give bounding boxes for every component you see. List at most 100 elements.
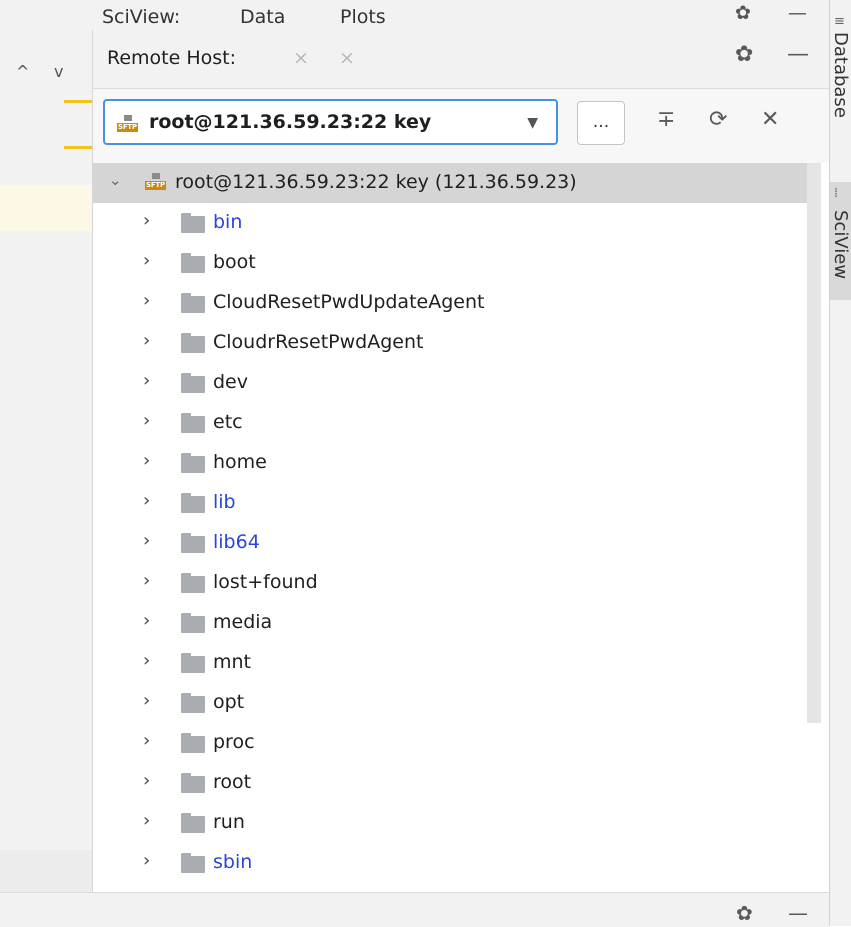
chevron-right-icon[interactable]: › <box>143 770 150 791</box>
tree-node-label: bin <box>213 211 243 233</box>
database-tool-tab[interactable]: ≡ Database <box>830 12 851 152</box>
tree-node-label: etc <box>213 411 243 433</box>
chevron-right-icon[interactable]: › <box>143 610 150 631</box>
tree-root-row[interactable]: ⌄ SFTP root@121.36.59.23:22 key (121.36.… <box>93 163 809 203</box>
tab-close-icon[interactable]: × <box>339 47 355 69</box>
folder-icon <box>181 493 205 513</box>
folder-icon <box>181 453 205 473</box>
folder-icon <box>181 853 205 873</box>
chevron-right-icon[interactable]: › <box>143 850 150 871</box>
host-select-dropdown[interactable]: SFTP root@121.36.59.23:22 key ▼ <box>103 99 558 145</box>
chevron-right-icon[interactable]: › <box>143 250 150 271</box>
tree-node[interactable]: › opt <box>93 683 809 723</box>
sftp-icon: SFTP <box>117 115 141 133</box>
chevron-right-icon[interactable]: › <box>143 410 150 431</box>
browse-hosts-button[interactable]: ... <box>577 101 625 145</box>
refresh-icon[interactable]: ⟳ <box>709 107 727 132</box>
tree-node-label: lib64 <box>213 531 260 553</box>
tree-node-label: CloudrResetPwdAgent <box>213 331 424 353</box>
sciview-minimize-icon[interactable]: — <box>788 2 807 24</box>
sciview-tab-plots[interactable]: Plots <box>340 6 386 28</box>
folder-icon <box>181 373 205 393</box>
sciview-tab-data[interactable]: Data <box>240 6 285 28</box>
remote-host-panel: Remote Host: × × ✿ — SFTP root@121.36.59… <box>92 30 830 892</box>
chevron-right-icon[interactable]: › <box>143 730 150 751</box>
bottom-tool-bar: ✿ — <box>0 892 829 927</box>
tree-node[interactable]: › proc <box>93 723 809 763</box>
tree-node-label: boot <box>213 251 256 273</box>
close-icon[interactable]: ✕ <box>761 107 779 132</box>
tree-node[interactable]: › media <box>93 603 809 643</box>
sftp-icon: SFTP <box>145 173 169 191</box>
folder-icon <box>181 333 205 353</box>
tree-node-label: CloudResetPwdUpdateAgent <box>213 291 485 313</box>
chevron-right-icon[interactable]: › <box>143 450 150 471</box>
database-tab-label: Database <box>830 32 851 118</box>
panel-header: Remote Host: × × ✿ — <box>93 30 830 89</box>
tree-node[interactable]: › lib64 <box>93 523 809 563</box>
chevron-right-icon[interactable]: › <box>143 210 150 231</box>
tree-node-label: root <box>213 771 252 793</box>
tree-node-label: run <box>213 811 245 833</box>
selected-host-value: root@121.36.59.23:22 key <box>149 111 432 133</box>
panel-title: Remote Host: <box>107 47 237 69</box>
folder-icon <box>181 813 205 833</box>
tree-node-label: home <box>213 451 267 473</box>
bottom-minimize-icon[interactable]: — <box>788 901 808 925</box>
tree-node-label: proc <box>213 731 255 753</box>
folder-icon <box>181 413 205 433</box>
remote-host-toolbar: SFTP root@121.36.59.23:22 key ▼ ... ∓ ⟳ … <box>93 89 830 163</box>
tree-node-label: lib <box>213 491 236 513</box>
highlighted-editor-line <box>0 185 92 231</box>
next-occurrence-button[interactable]: v <box>54 62 63 81</box>
folder-icon <box>181 693 205 713</box>
chevron-right-icon[interactable]: › <box>143 690 150 711</box>
sciview-tab-label: SciView <box>830 210 851 280</box>
vertical-scrollbar[interactable] <box>807 163 821 723</box>
chevron-right-icon[interactable]: › <box>143 530 150 551</box>
tree-node[interactable]: › sbin <box>93 843 809 883</box>
folder-icon <box>181 773 205 793</box>
tree-node-label: lost+found <box>213 571 318 593</box>
change-marker <box>64 146 92 149</box>
collapse-all-icon[interactable]: ∓ <box>657 107 675 132</box>
tree-node[interactable]: › CloudResetPwdUpdateAgent <box>93 283 809 323</box>
tree-node[interactable]: › home <box>93 443 809 483</box>
editor-edge: ^ v <box>0 0 92 926</box>
chevron-right-icon[interactable]: › <box>143 290 150 311</box>
chevron-right-icon[interactable]: › <box>143 490 150 511</box>
settings-gear-icon[interactable]: ✿ <box>735 42 753 67</box>
chevron-right-icon[interactable]: › <box>143 650 150 671</box>
chevron-right-icon[interactable]: › <box>143 330 150 351</box>
chevron-right-icon[interactable]: › <box>143 570 150 591</box>
tree-node[interactable]: › mnt <box>93 643 809 683</box>
tree-node[interactable]: › bin <box>93 203 809 243</box>
tree-node-label: opt <box>213 691 245 713</box>
tree-node[interactable]: › root <box>93 763 809 803</box>
editor-status-band <box>0 850 92 892</box>
tree-node[interactable]: › run <box>93 803 809 843</box>
folder-icon <box>181 573 205 593</box>
tree-node[interactable]: › etc <box>93 403 809 443</box>
sciview-icon: ⁞ <box>834 186 839 201</box>
chevron-down-icon[interactable]: ⌄ <box>109 171 122 189</box>
tree-node[interactable]: › dev <box>93 363 809 403</box>
sciview-gear-icon[interactable]: ✿ <box>735 2 751 24</box>
tree-node[interactable]: › boot <box>93 243 809 283</box>
right-tool-strip: ≡ Database ⁞ SciView <box>829 0 851 926</box>
folder-icon <box>181 253 205 273</box>
folder-icon <box>181 213 205 233</box>
chevron-right-icon[interactable]: › <box>143 810 150 831</box>
chevron-down-icon[interactable]: ▼ <box>527 115 538 131</box>
bottom-gear-icon[interactable]: ✿ <box>736 901 753 925</box>
tab-close-icon[interactable]: × <box>293 47 309 69</box>
sciview-tool-tab[interactable]: ⁞ SciView <box>830 182 851 300</box>
minimize-icon[interactable]: — <box>787 42 809 67</box>
previous-occurrence-button[interactable]: ^ <box>16 62 29 81</box>
tree-node[interactable]: › CloudrResetPwdAgent <box>93 323 809 363</box>
folder-icon <box>181 533 205 553</box>
sciview-header: SciView: Data Plots ✿ — <box>92 0 829 30</box>
tree-node[interactable]: › lost+found <box>93 563 809 603</box>
tree-node[interactable]: › lib <box>93 483 809 523</box>
chevron-right-icon[interactable]: › <box>143 370 150 391</box>
